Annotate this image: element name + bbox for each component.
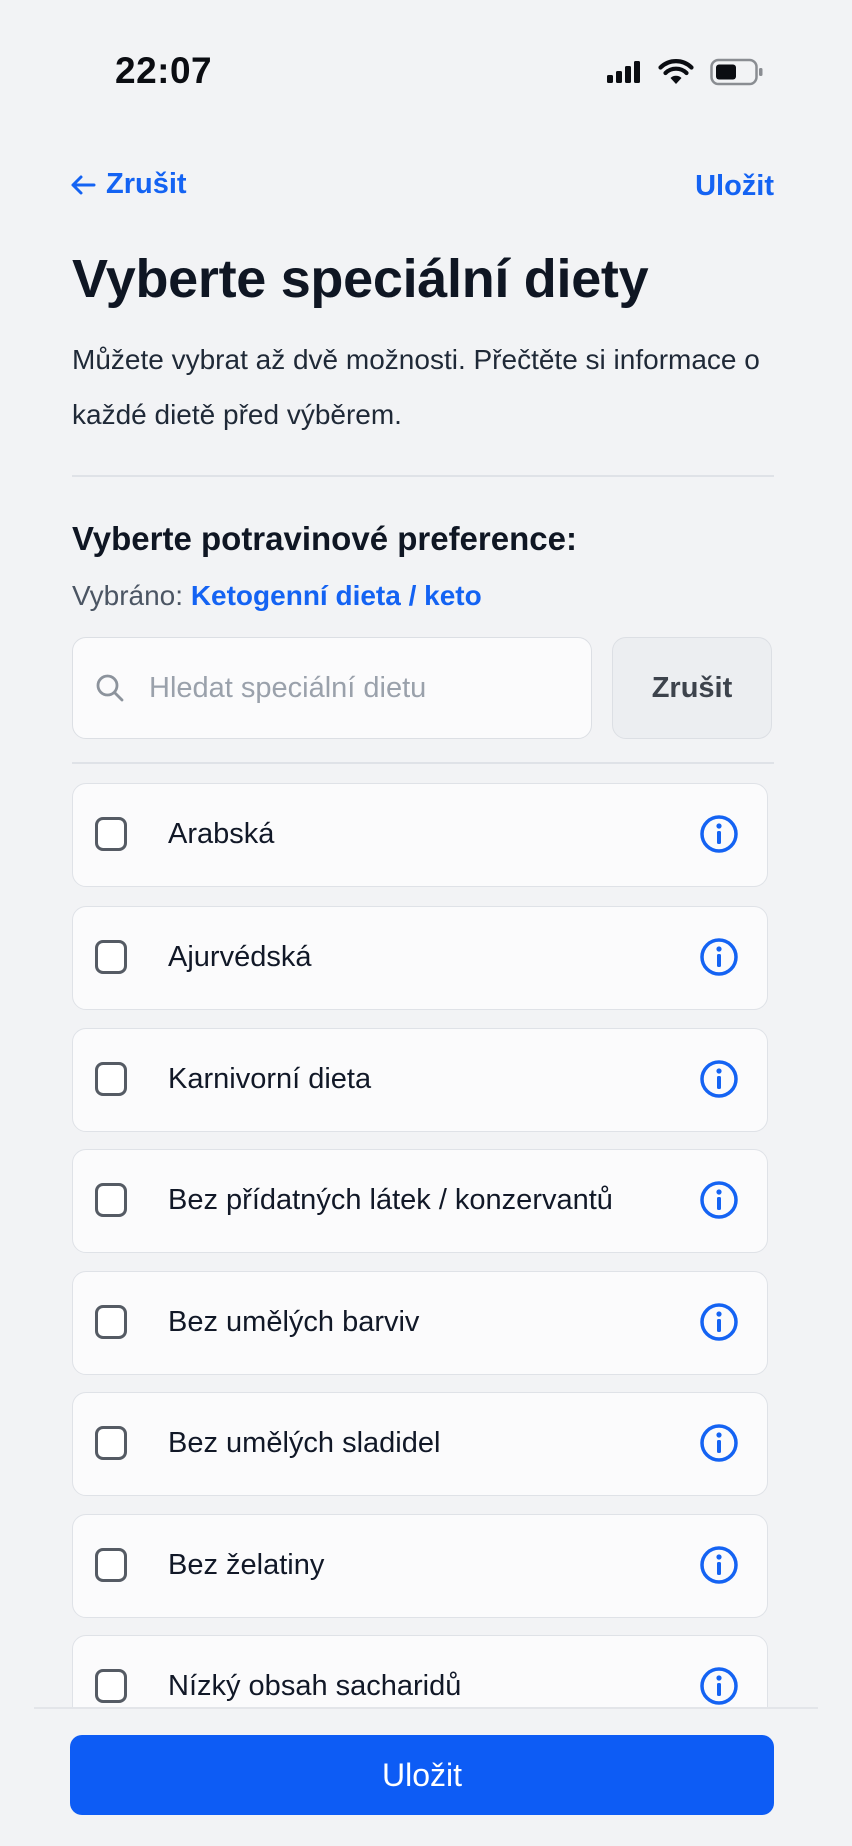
info-icon[interactable] <box>699 1302 739 1342</box>
search-cancel-button[interactable]: Zrušit <box>612 637 772 739</box>
info-icon[interactable] <box>699 1423 739 1463</box>
info-icon[interactable] <box>699 1059 739 1099</box>
screen: 22:07 Zrušit Uložit Vyberte speciální di… <box>0 0 852 1846</box>
info-icon[interactable] <box>699 1545 739 1585</box>
back-button[interactable]: Zrušit <box>70 168 187 201</box>
signal-icon <box>607 61 640 83</box>
selected-value[interactable]: Ketogenní dieta / keto <box>191 580 482 611</box>
checkbox[interactable] <box>95 940 127 974</box>
diet-label: Arabská <box>168 818 275 850</box>
diet-item-bez-zelatiny[interactable]: Bez želatiny <box>72 1514 768 1618</box>
search-icon <box>95 673 125 703</box>
checkbox[interactable] <box>95 1183 127 1217</box>
header-save-button[interactable]: Uložit <box>695 170 774 203</box>
diet-item-bez-pridatnych-latek[interactable]: Bez přídatných látek / konzervantů <box>72 1149 768 1253</box>
status-icons <box>606 58 764 86</box>
diet-label: Bez želatiny <box>168 1549 325 1581</box>
back-button-label: Zrušit <box>106 168 187 200</box>
checkbox[interactable] <box>95 817 127 851</box>
info-icon[interactable] <box>699 814 739 854</box>
diet-label: Bez umělých barviv <box>168 1306 420 1338</box>
search-input[interactable] <box>147 670 551 706</box>
info-icon[interactable] <box>699 1666 739 1706</box>
battery-icon <box>710 58 763 86</box>
diet-label: Nízký obsah sacharidů <box>168 1670 462 1702</box>
checkbox[interactable] <box>95 1669 127 1703</box>
diet-item-arabska[interactable]: Arabská <box>72 783 768 887</box>
diet-item-nizky-obsah-sacharidu[interactable]: Nízký obsah sacharidů <box>72 1635 768 1708</box>
search-field[interactable] <box>72 637 592 739</box>
checkbox[interactable] <box>95 1548 127 1582</box>
checkbox[interactable] <box>95 1062 127 1096</box>
selected-summary: Vybráno: Ketogenní dieta / keto <box>72 580 482 612</box>
arrow-left-icon <box>71 175 96 194</box>
diet-item-karnivorni[interactable]: Karnivorní dieta <box>72 1028 768 1132</box>
save-button[interactable]: Uložit <box>70 1735 774 1815</box>
page-subtitle: Můžete vybrat až dvě možnosti. Přečtěte … <box>72 344 760 430</box>
diet-label: Bez přídatných látek / konzervantů <box>168 1184 613 1216</box>
diet-label: Bez umělých sladidel <box>168 1427 441 1459</box>
diet-label: Karnivorní dieta <box>168 1063 372 1095</box>
status-time: 22:07 <box>115 50 213 91</box>
page-title: Vyberte speciální diety <box>72 249 649 309</box>
diet-list: Arabská Ajurvédská Karnivorní dieta Bez … <box>72 783 768 1708</box>
diet-item-bez-umelych-sladidel[interactable]: Bez umělých sladidel <box>72 1392 768 1496</box>
diet-item-bez-umelych-barviv[interactable]: Bez umělých barviv <box>72 1271 768 1375</box>
divider <box>72 762 774 764</box>
wifi-icon <box>658 59 694 84</box>
info-icon[interactable] <box>699 937 739 977</box>
checkbox[interactable] <box>95 1426 127 1460</box>
status-bar: 22:07 <box>0 0 852 120</box>
diet-item-ajurvedska[interactable]: Ajurvédská <box>72 906 768 1010</box>
divider <box>72 475 774 477</box>
info-icon[interactable] <box>699 1180 739 1220</box>
footer-divider <box>34 1707 818 1709</box>
preferences-heading: Vyberte potravinové preference: <box>72 520 577 557</box>
checkbox[interactable] <box>95 1305 127 1339</box>
selected-prefix: Vybráno: <box>72 580 184 611</box>
diet-label: Ajurvédská <box>168 941 312 973</box>
